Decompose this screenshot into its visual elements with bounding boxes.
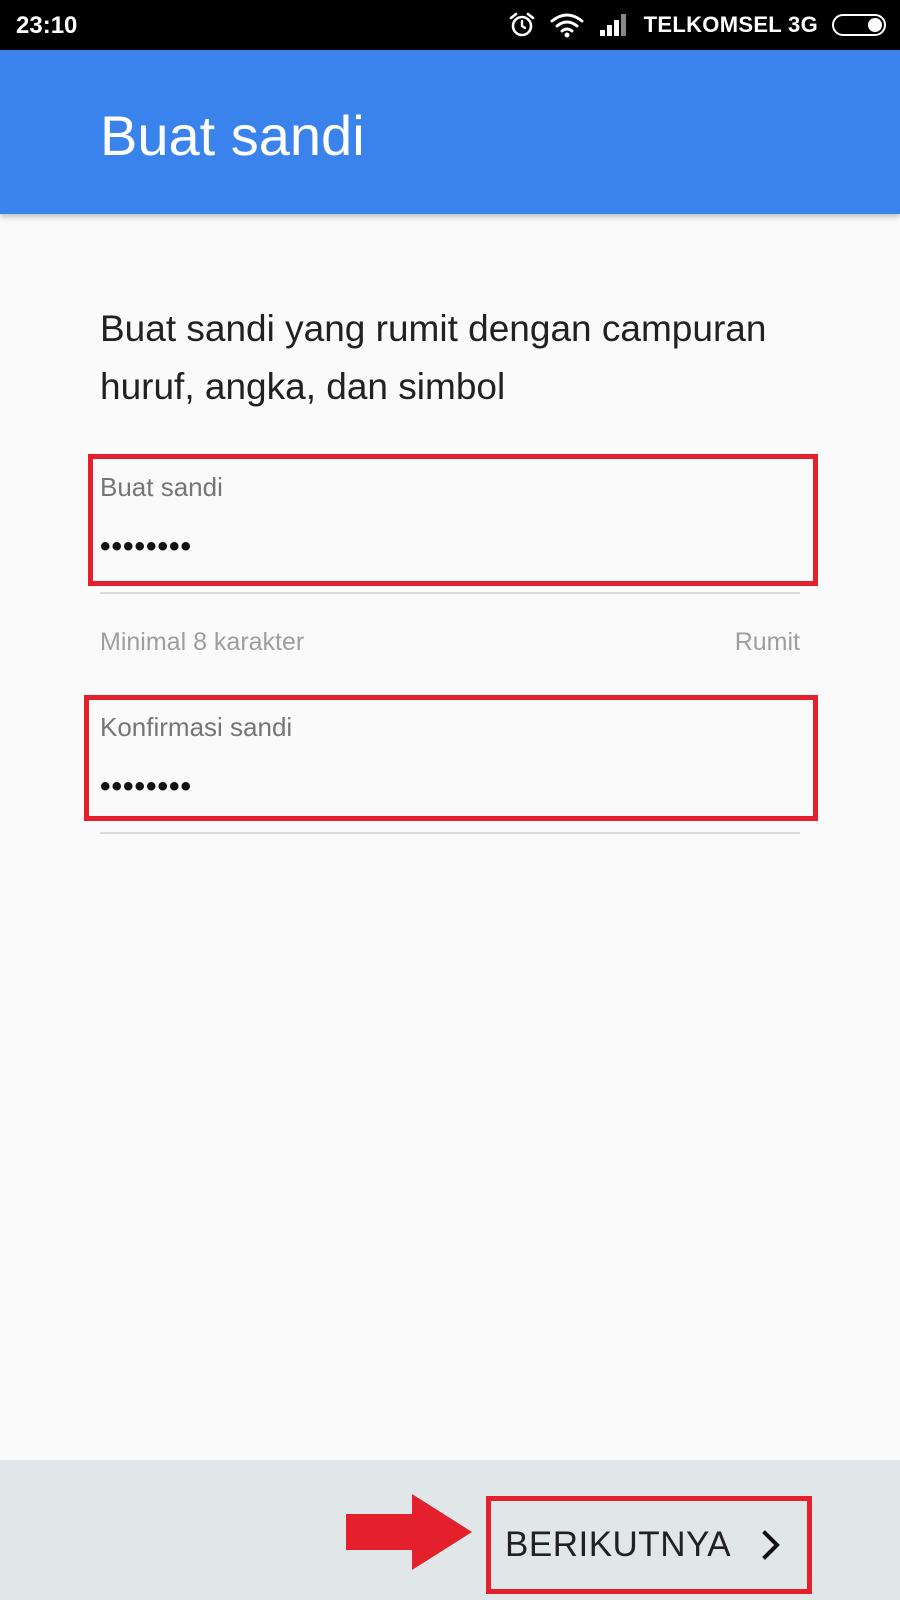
confirm-underline: [100, 832, 800, 834]
alarm-icon: [509, 12, 534, 37]
confirm-field-label: Konfirmasi sandi: [100, 712, 293, 742]
password-hint: Minimal 8 karakter: [100, 628, 305, 656]
next-button-label: BERIKUTNYA: [505, 1525, 732, 1564]
status-time: 23:10: [16, 12, 78, 39]
red-arrow-icon: [346, 1494, 472, 1570]
chevron-right-icon: [762, 1530, 780, 1560]
instructions-text: Buat sandi yang rumit dengan campuran hu…: [100, 308, 767, 407]
status-icons: TELKOMSEL 3G: [508, 8, 886, 42]
wifi-icon: [550, 13, 584, 38]
confirm-password-input[interactable]: ••••••••: [100, 770, 192, 804]
app-bar: Buat sandi: [0, 50, 900, 214]
carrier-label: TELKOMSEL 3G: [643, 12, 818, 37]
signal-icon: [599, 14, 626, 36]
next-button[interactable]: BERIKUTNYA: [486, 1496, 812, 1594]
password-field-label: Buat sandi: [100, 472, 223, 502]
battery-icon: [832, 14, 886, 36]
page-title: Buat sandi: [100, 104, 365, 167]
password-input[interactable]: ••••••••: [100, 530, 192, 564]
status-bar: 23:10 TELKOMSEL 3G: [0, 0, 900, 50]
password-underline: [100, 592, 800, 594]
password-strength: Rumit: [734, 628, 800, 656]
